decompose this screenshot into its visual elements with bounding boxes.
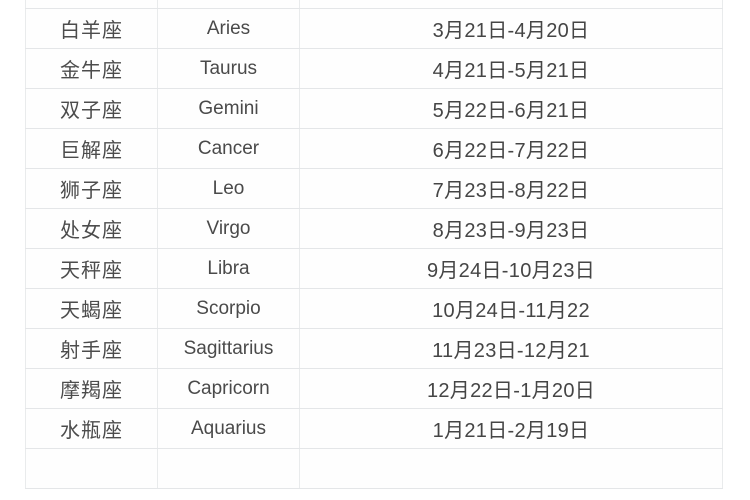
zodiac-table-page: 星座 Constellation 日期(阳历) 白羊座 Aries 3月21日-… bbox=[0, 0, 750, 500]
column-header-english-name: Constellation bbox=[157, 0, 300, 9]
cell-date-range bbox=[299, 448, 723, 489]
table-row: 水瓶座 Aquarius 1月21日-2月19日 bbox=[25, 408, 723, 449]
cell-chinese-name: 摩羯座 bbox=[25, 368, 158, 409]
cell-english-name: Virgo bbox=[157, 208, 300, 249]
cell-english-name: Libra bbox=[157, 248, 300, 289]
cell-english-name: Scorpio bbox=[157, 288, 300, 329]
cell-english-name: Capricorn bbox=[157, 368, 300, 409]
table-row: 巨解座 Cancer 6月22日-7月22日 bbox=[25, 128, 723, 169]
table-row: 金牛座 Taurus 4月21日-5月21日 bbox=[25, 48, 723, 89]
table-row: 白羊座 Aries 3月21日-4月20日 bbox=[25, 8, 723, 49]
cell-chinese-name: 白羊座 bbox=[25, 8, 158, 49]
column-header-date-range: 日期(阳历) bbox=[299, 0, 723, 9]
cell-date-range: 8月23日-9月23日 bbox=[299, 208, 723, 249]
table-row: 狮子座 Leo 7月23日-8月22日 bbox=[25, 168, 723, 209]
cell-chinese-name: 巨解座 bbox=[25, 128, 158, 169]
cell-english-name: Sagittarius bbox=[157, 328, 300, 369]
table-row: 天秤座 Libra 9月24日-10月23日 bbox=[25, 248, 723, 289]
cell-chinese-name: 水瓶座 bbox=[25, 408, 158, 449]
cell-date-range: 9月24日-10月23日 bbox=[299, 248, 723, 289]
cell-chinese-name: 射手座 bbox=[25, 328, 158, 369]
cell-chinese-name: 处女座 bbox=[25, 208, 158, 249]
cell-english-name: Aquarius bbox=[157, 408, 300, 449]
cell-english-name bbox=[157, 448, 300, 489]
table-row-partial bbox=[25, 448, 723, 489]
cell-date-range: 1月21日-2月19日 bbox=[299, 408, 723, 449]
table-row: 处女座 Virgo 8月23日-9月23日 bbox=[25, 208, 723, 249]
table-header-row: 星座 Constellation 日期(阳历) bbox=[25, 0, 723, 9]
column-header-chinese-name: 星座 bbox=[25, 0, 158, 9]
cell-english-name: Cancer bbox=[157, 128, 300, 169]
cell-date-range: 4月21日-5月21日 bbox=[299, 48, 723, 89]
cell-english-name: Aries bbox=[157, 8, 300, 49]
cell-date-range: 12月22日-1月20日 bbox=[299, 368, 723, 409]
cell-date-range: 11月23日-12月21 bbox=[299, 328, 723, 369]
zodiac-date-table: 星座 Constellation 日期(阳历) 白羊座 Aries 3月21日-… bbox=[25, 0, 723, 489]
table-row: 射手座 Sagittarius 11月23日-12月21 bbox=[25, 328, 723, 369]
cell-english-name: Leo bbox=[157, 168, 300, 209]
table-header: 星座 Constellation 日期(阳历) bbox=[25, 0, 723, 9]
cell-chinese-name bbox=[25, 448, 158, 489]
table-row: 天蝎座 Scorpio 10月24日-11月22 bbox=[25, 288, 723, 329]
cell-english-name: Gemini bbox=[157, 88, 300, 129]
cell-chinese-name: 天蝎座 bbox=[25, 288, 158, 329]
table-row: 摩羯座 Capricorn 12月22日-1月20日 bbox=[25, 368, 723, 409]
cell-date-range: 10月24日-11月22 bbox=[299, 288, 723, 329]
table-viewport: 星座 Constellation 日期(阳历) 白羊座 Aries 3月21日-… bbox=[25, 0, 723, 489]
cell-chinese-name: 双子座 bbox=[25, 88, 158, 129]
cell-chinese-name: 狮子座 bbox=[25, 168, 158, 209]
cell-date-range: 5月22日-6月21日 bbox=[299, 88, 723, 129]
cell-english-name: Taurus bbox=[157, 48, 300, 89]
cell-chinese-name: 天秤座 bbox=[25, 248, 158, 289]
cell-date-range: 6月22日-7月22日 bbox=[299, 128, 723, 169]
table-body: 白羊座 Aries 3月21日-4月20日 金牛座 Taurus 4月21日-5… bbox=[25, 8, 723, 489]
cell-date-range: 7月23日-8月22日 bbox=[299, 168, 723, 209]
cell-chinese-name: 金牛座 bbox=[25, 48, 158, 89]
cell-date-range: 3月21日-4月20日 bbox=[299, 8, 723, 49]
table-row: 双子座 Gemini 5月22日-6月21日 bbox=[25, 88, 723, 129]
